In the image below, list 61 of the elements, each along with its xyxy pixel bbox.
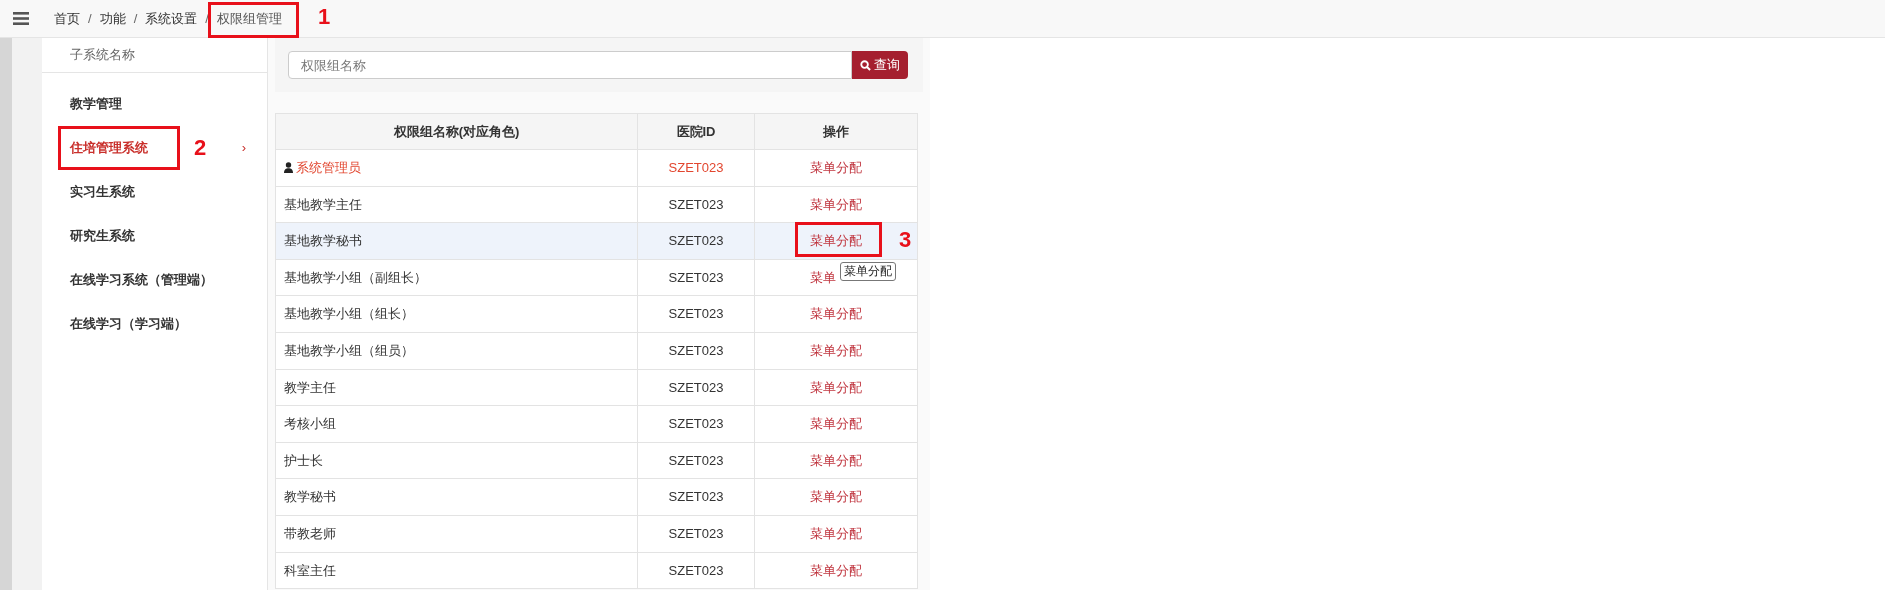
role-name: 教学秘书 [284,488,336,507]
hospital-id: SZET023 [637,222,755,260]
breadcrumb-link[interactable]: 首页 [54,8,80,29]
sidebar-item[interactable]: 住培管理系统 [70,138,148,158]
role-name: 基地教学秘书 [284,232,362,251]
chevron-icon: › [241,138,247,158]
menu-assign-link[interactable]: 菜单分配 [810,414,862,434]
annotation-number: 3 [899,226,912,254]
role-name: 护士长 [284,451,323,470]
sidebar-item[interactable]: 教学管理 [70,94,122,114]
column-header: 操作 [754,113,918,150]
sidebar-item[interactable]: 在线学习（学习端） [70,314,187,334]
search-button[interactable]: 查询 [852,51,908,79]
sidebar-item[interactable]: 实习生系统 [70,182,135,202]
sidebar-item[interactable]: 在线学习系统（管理端） [70,270,213,290]
hospital-id: SZET023 [637,515,755,553]
annotation-number: 2 [194,134,207,162]
hospital-id: SZET023 [637,478,755,516]
breadcrumb-separator: / [133,9,138,28]
menu-assign-link[interactable]: 菜单 [810,267,836,288]
menu-icon[interactable] [13,12,29,25]
menu-assign-link[interactable]: 菜单分配 [810,304,862,324]
hospital-id: SZET023 [637,405,755,443]
role-name: 基地教学小组（组长） [284,305,414,324]
menu-assign-link[interactable]: 菜单分配 [810,560,862,581]
hospital-id: SZET023 [637,552,755,589]
search-icon [860,59,871,71]
menu-assign-link[interactable]: 菜单分配 [810,158,862,178]
breadcrumb-link[interactable]: 功能 [99,8,126,29]
menu-assign-link[interactable]: 菜单分配 [810,231,862,251]
sidebar-item[interactable]: 研究生系统 [70,226,135,246]
column-header: 权限组名称(对应角色) [275,113,638,150]
role-name: 考核小组 [284,415,336,434]
role-name: 科室主任 [284,561,336,580]
menu-assign-link[interactable]: 菜单分配 [810,450,862,471]
hospital-id: SZET023 [637,149,755,187]
hospital-id: SZET023 [637,295,755,333]
role-name: 基地教学小组（组员） [284,342,414,360]
menu-assign-link[interactable]: 菜单分配 [810,524,862,544]
hospital-id: SZET023 [637,442,755,479]
hospital-id: SZET023 [637,369,755,406]
menu-assign-link[interactable]: 菜单分配 [810,487,862,507]
annotation-number: 1 [318,3,331,31]
tooltip: 菜单分配 [840,262,896,281]
search-field[interactable]: 权限组名称 [288,51,852,79]
breadcrumb-link[interactable]: 系统设置 [145,8,198,29]
hospital-id: SZET023 [637,186,755,223]
sidebar-title: 子系统名称 [70,46,135,65]
column-header: 医院ID [637,113,755,150]
hospital-id: SZET023 [637,332,755,370]
hospital-id: SZET023 [637,259,755,296]
role-name: 教学主任 [284,378,336,397]
menu-assign-link[interactable]: 菜单分配 [810,341,862,361]
breadcrumb-separator: / [88,9,92,28]
role-name: 基地教学小组（副组长） [284,268,427,287]
role-name: 系统管理员 [296,159,361,178]
role-name: 带教老师 [284,525,336,543]
menu-assign-link[interactable]: 菜单分配 [810,377,862,398]
breadcrumb-link[interactable]: 权限组管理 [216,8,282,29]
role-name: 基地教学主任 [284,195,362,214]
menu-assign-link[interactable]: 菜单分配 [810,194,862,215]
